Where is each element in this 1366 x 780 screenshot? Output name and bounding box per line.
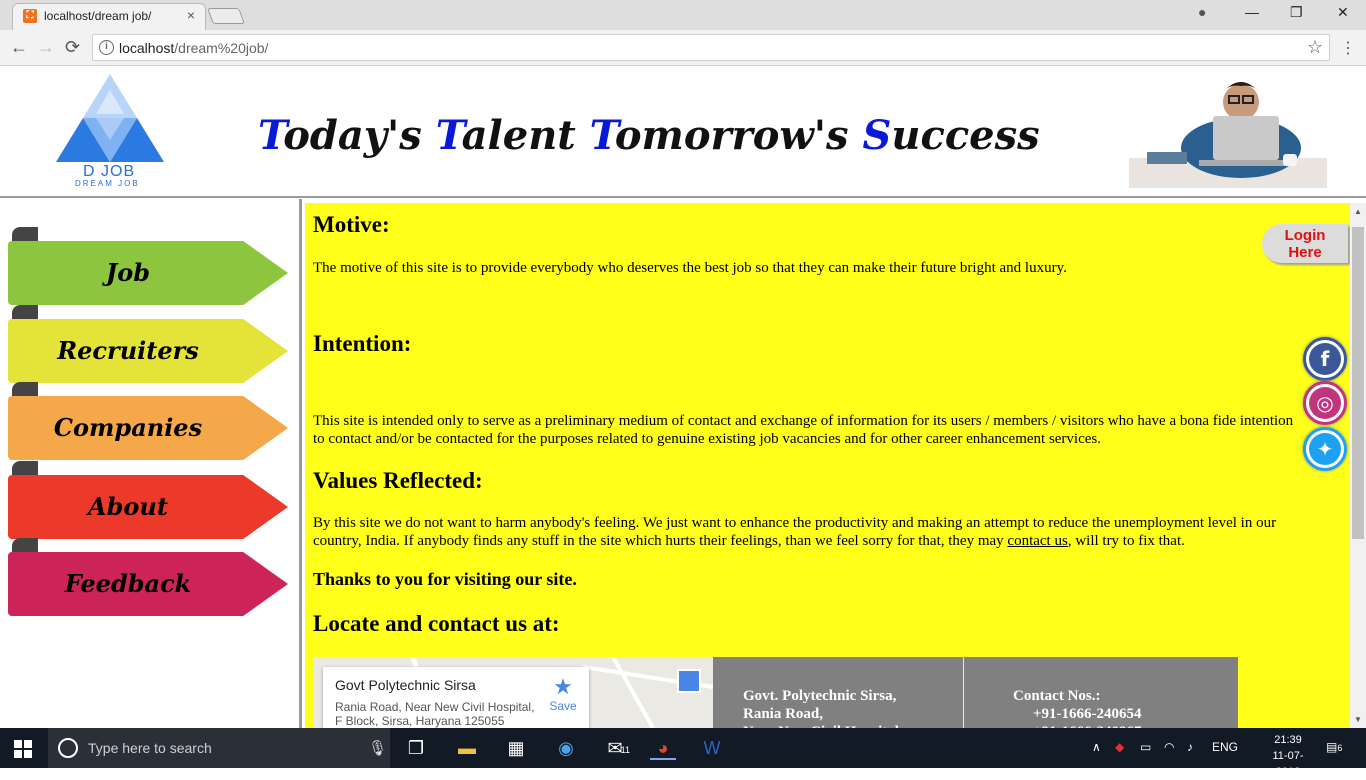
- tab-close-icon[interactable]: ×: [187, 7, 195, 23]
- sidebar-item-label: About: [88, 492, 168, 521]
- sidebar-item-companies[interactable]: Companies: [8, 382, 288, 460]
- page-scrollbar[interactable]: ▲ ▼: [1350, 203, 1366, 728]
- cortana-icon: [58, 738, 78, 758]
- site-slogan: Today's Talent Tomorrow's Success: [258, 112, 1040, 159]
- close-window-button[interactable]: ✕: [1337, 4, 1349, 21]
- browser-menu-icon[interactable]: ⋮: [1340, 38, 1356, 58]
- info-icon[interactable]: i: [99, 40, 114, 55]
- scroll-up-icon[interactable]: ▲: [1354, 207, 1362, 216]
- bookmark-star-icon[interactable]: ☆: [1307, 37, 1323, 58]
- xampp-favicon-icon: ⛶: [23, 9, 37, 23]
- minimize-button[interactable]: —: [1245, 4, 1259, 20]
- taskbar-search[interactable]: Type here to search 🎙: [48, 728, 390, 768]
- contact-us-link[interactable]: contact us: [1007, 533, 1067, 549]
- mail-icon[interactable]: ✉ 11: [602, 736, 630, 760]
- intention-text: This site is intended only to serve as a…: [313, 413, 1294, 447]
- app-icon[interactable]: ◉: [553, 736, 579, 760]
- motive-heading: Motive:: [313, 212, 390, 237]
- security-icon[interactable]: ◆: [1115, 740, 1124, 754]
- taskbar-clock[interactable]: 21:39 11-07-2018: [1262, 732, 1314, 780]
- contact-address-block: Govt. Polytechnic Sirsa, Rania Road, Nea…: [713, 657, 963, 740]
- sidebar-item-label: Job: [105, 258, 151, 287]
- login-button[interactable]: Login Here: [1262, 224, 1348, 263]
- intention-heading: Intention:: [313, 331, 412, 356]
- battery-icon[interactable]: ▭: [1140, 740, 1151, 754]
- sidebar-item-label: Feedback: [64, 569, 192, 598]
- contact-numbers-block: Contact Nos.: +91-1666-240654 +91-1666-2…: [964, 657, 1238, 740]
- facebook-icon[interactable]: f: [1303, 337, 1347, 381]
- google-map[interactable]: Govt Polytechnic Sirsa Rania Road, Near …: [313, 657, 713, 728]
- store-icon[interactable]: ▦: [503, 736, 529, 760]
- windows-start-icon[interactable]: [14, 740, 32, 758]
- browser-tabstrip: ⛶ localhost/dream job/ × ● — ❐ ✕: [0, 0, 1366, 30]
- map-pegman-icon[interactable]: [677, 669, 701, 693]
- logo-icon: [56, 74, 164, 162]
- sidebar-item-recruiters[interactable]: Recruiters: [8, 305, 288, 383]
- logo-subtext: DREAM JOB: [75, 179, 140, 188]
- wifi-icon[interactable]: ◠: [1164, 740, 1174, 754]
- chrome-icon[interactable]: ◕: [650, 736, 676, 760]
- values-text: By this site we do not want to harm anyb…: [313, 515, 1277, 549]
- sidebar-item-feedback[interactable]: Feedback: [8, 538, 288, 616]
- sidebar-item-label: Companies: [53, 413, 203, 442]
- scroll-thumb[interactable]: [1352, 227, 1364, 539]
- browser-toolbar: ← → ⟳ i localhost/dream%20job/ ☆ ⋮: [0, 30, 1366, 66]
- map-place-card: Govt Polytechnic Sirsa Rania Road, Near …: [323, 667, 589, 728]
- notifications-icon[interactable]: ▤6: [1326, 740, 1342, 754]
- main-content: Motive: The motive of this site is to pr…: [305, 203, 1350, 728]
- instagram-icon[interactable]: ◎: [1303, 381, 1347, 425]
- sidebar-nav: Job Recruiters Companies About Feedback: [0, 199, 302, 728]
- forward-button[interactable]: →: [37, 37, 55, 58]
- new-tab-button[interactable]: [207, 8, 245, 24]
- map-place-title: Govt Polytechnic Sirsa: [335, 677, 476, 693]
- tray-expand-icon[interactable]: ∧: [1092, 740, 1101, 754]
- maximize-button[interactable]: ❐: [1290, 4, 1303, 21]
- motive-text: The motive of this site is to provide ev…: [313, 260, 1067, 276]
- tab-title: localhost/dream job/: [44, 9, 152, 23]
- sidebar-item-label: Recruiters: [57, 336, 199, 365]
- word-icon[interactable]: W: [699, 736, 725, 760]
- language-indicator[interactable]: ENG: [1212, 740, 1238, 754]
- address-bar[interactable]: i localhost/dream%20job/ ☆: [92, 34, 1330, 61]
- task-view-icon[interactable]: ❐: [403, 736, 429, 760]
- search-placeholder: Type here to search: [88, 740, 212, 756]
- back-button[interactable]: ←: [10, 37, 28, 58]
- reload-button[interactable]: ⟳: [65, 37, 80, 58]
- url-text: localhost/dream%20job/: [119, 40, 269, 56]
- scroll-down-icon[interactable]: ▼: [1354, 715, 1362, 724]
- file-explorer-icon[interactable]: ▬: [454, 736, 480, 760]
- man-with-laptop-image: [1129, 82, 1327, 188]
- volume-icon[interactable]: ♪: [1187, 740, 1193, 754]
- sidebar-item-job[interactable]: Job: [8, 227, 288, 305]
- microphone-icon[interactable]: 🎙: [368, 739, 387, 757]
- browser-tab[interactable]: ⛶ localhost/dream job/ ×: [12, 3, 206, 30]
- account-icon[interactable]: ●: [1198, 4, 1206, 20]
- sidebar-item-about[interactable]: About: [8, 461, 288, 539]
- locate-heading: Locate and contact us at:: [313, 611, 560, 636]
- map-save-button[interactable]: ★ Save: [548, 674, 578, 714]
- star-icon: ★: [553, 674, 573, 699]
- windows-taskbar: Type here to search 🎙 ❐ ▬ ▦ ◉ ✉ 11 ◕ W ∧ …: [0, 728, 1366, 778]
- site-header: D JOB DREAM JOB Today's Talent Tomorrow'…: [0, 66, 1366, 198]
- thanks-text: Thanks to you for visiting our site.: [313, 569, 577, 589]
- map-place-address: Rania Road, Near New Civil Hospital, F B…: [335, 700, 535, 728]
- values-heading: Values Reflected:: [313, 468, 483, 493]
- twitter-icon[interactable]: ✦: [1303, 427, 1347, 471]
